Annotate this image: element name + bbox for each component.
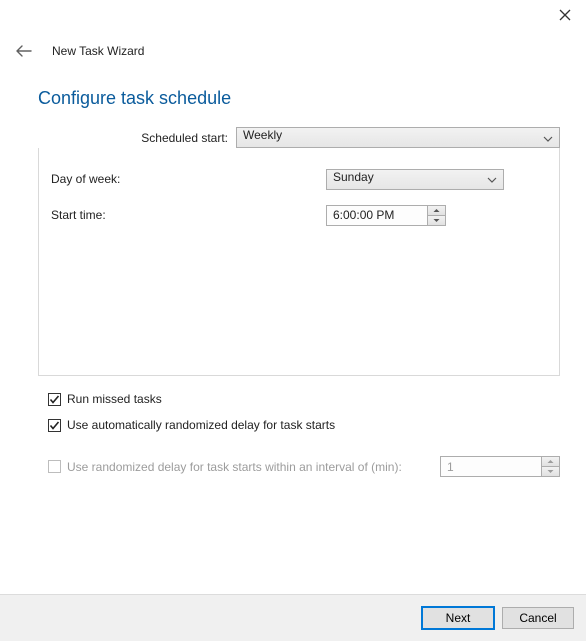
day-of-week-label: Day of week: [51, 172, 326, 186]
page-heading: Configure task schedule [0, 64, 586, 127]
cancel-button[interactable]: Cancel [502, 607, 574, 629]
next-button[interactable]: Next [422, 607, 494, 629]
interval-random-row: Use randomized delay for task starts wit… [0, 456, 586, 477]
day-of-week-value: Sunday [333, 170, 374, 184]
options-section: Run missed tasks Use automatically rando… [0, 376, 586, 444]
window-title: New Task Wizard [52, 44, 144, 58]
auto-random-label: Use automatically randomized delay for t… [67, 418, 335, 432]
close-button[interactable] [556, 6, 574, 24]
chevron-down-icon [487, 172, 497, 186]
scheduled-start-value: Weekly [243, 128, 282, 142]
scheduled-start-label: Scheduled start: [38, 131, 228, 145]
footer-bar: Next Cancel [0, 594, 586, 641]
scheduled-start-row: Scheduled start: Weekly [0, 127, 586, 148]
auto-random-row: Use automatically randomized delay for t… [48, 418, 560, 432]
start-time-value: 6:00:00 PM [327, 206, 427, 225]
day-of-week-row: Day of week: Sunday [51, 168, 547, 190]
interval-random-value: 1 [441, 457, 541, 476]
interval-random-checkbox [48, 460, 61, 473]
interval-random-spinner [541, 457, 559, 476]
back-button[interactable] [14, 41, 34, 61]
schedule-panel: Day of week: Sunday Start time: 6:00:00 … [38, 148, 560, 376]
header: New Task Wizard [0, 0, 586, 64]
start-time-label: Start time: [51, 208, 326, 222]
auto-random-checkbox[interactable] [48, 419, 61, 432]
start-time-spinner [427, 206, 445, 225]
interval-random-down-button [542, 466, 559, 476]
run-missed-row: Run missed tasks [48, 392, 560, 406]
start-time-up-button[interactable] [428, 206, 445, 215]
chevron-down-icon [543, 131, 553, 145]
run-missed-checkbox[interactable] [48, 393, 61, 406]
start-time-down-button[interactable] [428, 215, 445, 225]
interval-random-input: 1 [440, 456, 560, 477]
run-missed-label: Run missed tasks [67, 392, 162, 406]
start-time-input[interactable]: 6:00:00 PM [326, 205, 446, 226]
scheduled-start-select[interactable]: Weekly [236, 127, 560, 148]
interval-random-up-button [542, 457, 559, 466]
interval-random-label: Use randomized delay for task starts wit… [67, 460, 440, 474]
start-time-row: Start time: 6:00:00 PM [51, 204, 547, 226]
day-of-week-select[interactable]: Sunday [326, 169, 504, 190]
